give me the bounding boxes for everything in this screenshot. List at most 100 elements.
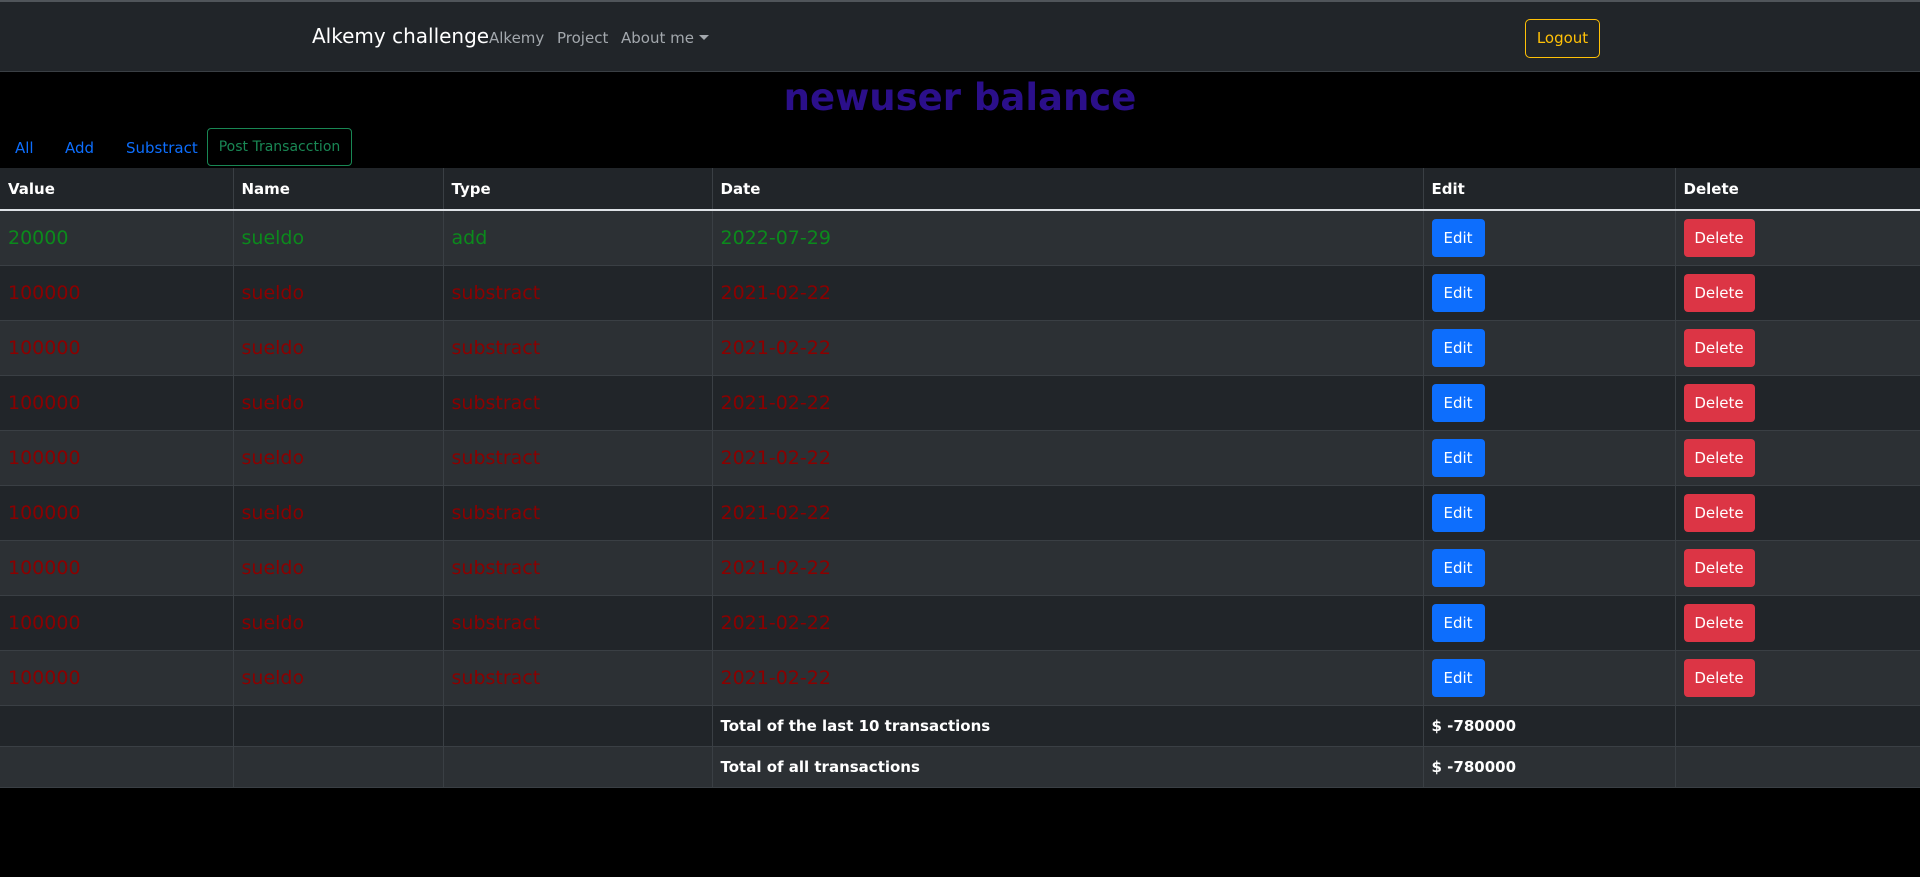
- cell-value: 100000: [0, 430, 234, 486]
- nav-link-project[interactable]: Project: [557, 29, 608, 47]
- table-row: 100000 sueldo substract 2021-02-22 Edit Delet…: [0, 320, 1920, 376]
- empty-cell: [1675, 746, 1920, 788]
- delete-button[interactable]: Delete: [1683, 493, 1755, 532]
- cell-value: 100000: [0, 540, 234, 596]
- cell-delete: Delete: [1675, 375, 1920, 431]
- empty-cell: [233, 705, 444, 747]
- empty-cell: [1675, 705, 1920, 747]
- table-body: 20000 sueldo add 2022-07-29 Edit Delete 100000…: [0, 210, 1920, 788]
- cell-value: 100000: [0, 375, 234, 431]
- cell-type: substract: [443, 320, 713, 376]
- post-transaction-button[interactable]: Post Transacction: [207, 128, 352, 166]
- cell-delete: Delete: [1675, 540, 1920, 596]
- cell-name: sueldo: [233, 320, 444, 376]
- table-row: 100000 sueldo substract 2021-02-22 Edit Delet…: [0, 430, 1920, 486]
- cell-edit: Edit: [1423, 595, 1676, 651]
- cell-name: sueldo: [233, 540, 444, 596]
- edit-button[interactable]: Edit: [1431, 548, 1485, 587]
- cell-delete: Delete: [1675, 320, 1920, 376]
- cell-type: add: [443, 210, 713, 266]
- empty-cell: [0, 746, 234, 788]
- cell-type: substract: [443, 540, 713, 596]
- cell-date: 2021-02-22: [712, 595, 1424, 651]
- nav-dropdown-about-me[interactable]: About me: [621, 29, 709, 47]
- filter-all-link[interactable]: All: [15, 139, 34, 157]
- table-row: 100000 sueldo substract 2021-02-22 Edit Delet…: [0, 595, 1920, 651]
- delete-button[interactable]: Delete: [1683, 548, 1755, 587]
- total-row: Total of all transactions $ -780000: [0, 746, 1920, 788]
- cell-value: 100000: [0, 320, 234, 376]
- navbar-brand[interactable]: Alkemy challenge: [312, 24, 489, 48]
- header-edit: Edit: [1423, 168, 1676, 211]
- cell-name: sueldo: [233, 485, 444, 541]
- cell-edit: Edit: [1423, 375, 1676, 431]
- edit-button[interactable]: Edit: [1431, 493, 1485, 532]
- cell-type: substract: [443, 650, 713, 706]
- cell-date: 2021-02-22: [712, 265, 1424, 321]
- table-row: 100000 sueldo substract 2021-02-22 Edit Delet…: [0, 485, 1920, 541]
- total-label: Total of the last 10 transactions: [712, 705, 1424, 747]
- cell-name: sueldo: [233, 375, 444, 431]
- edit-button[interactable]: Edit: [1431, 658, 1485, 697]
- header-name: Name: [233, 168, 444, 211]
- cell-type: substract: [443, 485, 713, 541]
- cell-delete: Delete: [1675, 485, 1920, 541]
- cell-value: 100000: [0, 595, 234, 651]
- cell-delete: Delete: [1675, 265, 1920, 321]
- total-amount: $ -780000: [1423, 746, 1676, 788]
- cell-delete: Delete: [1675, 595, 1920, 651]
- delete-button[interactable]: Delete: [1683, 328, 1755, 367]
- filter-substract-link[interactable]: Substract: [126, 139, 198, 157]
- cell-edit: Edit: [1423, 210, 1676, 266]
- transactions-table-container: Value Name Type Date Edit Delete 20000 su…: [0, 168, 1920, 788]
- empty-cell: [233, 746, 444, 788]
- filter-add-link[interactable]: Add: [65, 139, 94, 157]
- table-header: Value Name Type Date Edit Delete: [0, 168, 1920, 211]
- cell-type: substract: [443, 375, 713, 431]
- cell-name: sueldo: [233, 650, 444, 706]
- empty-cell: [0, 705, 234, 747]
- page-title: newuser balance: [783, 76, 1137, 119]
- header-value: Value: [0, 168, 234, 211]
- cell-edit: Edit: [1423, 265, 1676, 321]
- cell-date: 2022-07-29: [712, 210, 1424, 266]
- cell-date: 2021-02-22: [712, 430, 1424, 486]
- cell-edit: Edit: [1423, 430, 1676, 486]
- logout-button[interactable]: Logout: [1525, 19, 1600, 58]
- cell-edit: Edit: [1423, 540, 1676, 596]
- delete-button[interactable]: Delete: [1683, 218, 1755, 257]
- header-date: Date: [712, 168, 1424, 211]
- delete-button[interactable]: Delete: [1683, 603, 1755, 642]
- cell-value: 100000: [0, 265, 234, 321]
- cell-date: 2021-02-22: [712, 650, 1424, 706]
- header-type: Type: [443, 168, 713, 211]
- cell-delete: Delete: [1675, 430, 1920, 486]
- delete-button[interactable]: Delete: [1683, 273, 1755, 312]
- cell-value: 100000: [0, 650, 234, 706]
- edit-button[interactable]: Edit: [1431, 273, 1485, 312]
- edit-button[interactable]: Edit: [1431, 383, 1485, 422]
- cell-edit: Edit: [1423, 650, 1676, 706]
- transactions-table: Value Name Type Date Edit Delete 20000 su…: [0, 168, 1920, 788]
- total-row: Total of the last 10 transactions $ -7800…: [0, 705, 1920, 747]
- cell-name: sueldo: [233, 595, 444, 651]
- nav-link-alkemy[interactable]: Alkemy: [489, 29, 544, 47]
- edit-button[interactable]: Edit: [1431, 218, 1485, 257]
- cell-type: substract: [443, 265, 713, 321]
- cell-date: 2021-02-22: [712, 320, 1424, 376]
- delete-button[interactable]: Delete: [1683, 438, 1755, 477]
- table-row: 20000 sueldo add 2022-07-29 Edit Delete: [0, 210, 1920, 266]
- nav-dropdown-label: About me: [621, 29, 694, 47]
- delete-button[interactable]: Delete: [1683, 383, 1755, 422]
- edit-button[interactable]: Edit: [1431, 328, 1485, 367]
- edit-button[interactable]: Edit: [1431, 603, 1485, 642]
- top-navbar: Alkemy challenge Alkemy Project About me…: [0, 0, 1920, 72]
- table-row: 100000 sueldo substract 2021-02-22 Edit Delet…: [0, 375, 1920, 431]
- delete-button[interactable]: Delete: [1683, 658, 1755, 697]
- table-row: 100000 sueldo substract 2021-02-22 Edit Delet…: [0, 265, 1920, 321]
- cell-date: 2021-02-22: [712, 485, 1424, 541]
- cell-value: 100000: [0, 485, 234, 541]
- empty-cell: [443, 746, 713, 788]
- empty-cell: [443, 705, 713, 747]
- edit-button[interactable]: Edit: [1431, 438, 1485, 477]
